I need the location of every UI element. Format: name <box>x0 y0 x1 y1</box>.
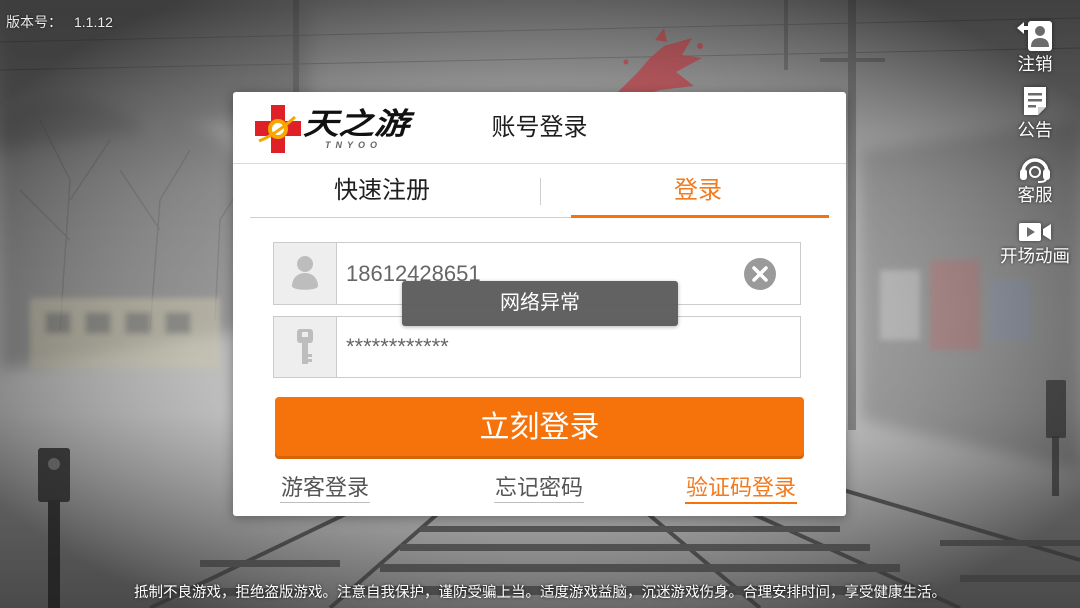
tab-login[interactable]: 登录 <box>563 164 833 218</box>
active-tab-indicator <box>571 215 829 218</box>
video-camera-icon <box>1018 221 1052 243</box>
announcement-label: 公告 <box>1017 120 1053 140</box>
logout-icon <box>1017 20 1053 52</box>
clear-username-button[interactable] <box>743 257 777 291</box>
tab-quick-register[interactable]: 快速注册 <box>233 164 531 218</box>
dialog-title: 账号登录 <box>491 114 588 141</box>
intro-video-button[interactable]: 开场动画 <box>990 221 1080 266</box>
version-info: 版本号： 1.1.12 <box>6 13 113 31</box>
forgot-password-link[interactable]: 忘记密码 <box>494 474 585 503</box>
intro-video-label: 开场动画 <box>1000 246 1070 266</box>
version-label: 版本号： <box>6 14 62 30</box>
password-input[interactable] <box>346 317 726 377</box>
tab-divider <box>540 178 541 205</box>
announcement-icon <box>1022 86 1048 116</box>
logout-label: 注销 <box>1017 54 1053 74</box>
user-icon <box>274 243 337 304</box>
guest-login-link[interactable]: 游客登录 <box>280 474 371 503</box>
logout-button[interactable]: 注销 <box>990 20 1080 74</box>
sms-code-login-link[interactable]: 验证码登录 <box>685 474 798 504</box>
customer-service-label: 客服 <box>1017 185 1053 205</box>
login-dialog: 天之游 TNYOO 账号登录 快速注册 登录 18612428651 *****… <box>233 92 846 516</box>
network-error-toast: 网络异常 <box>402 281 678 326</box>
key-icon <box>274 317 337 377</box>
headset-icon <box>1019 155 1051 183</box>
announcement-button[interactable]: 公告 <box>990 86 1080 140</box>
clear-icon <box>744 258 776 290</box>
health-gaming-notice: 抵制不良游戏，拒绝盗版游戏。注意自我保护，谨防受骗上当。适度游戏益脑，沉迷游戏伤… <box>134 585 946 601</box>
dialog-header: 天之游 TNYOO 账号登录 <box>233 92 846 164</box>
version-number: 1.1.12 <box>74 14 113 30</box>
login-button[interactable]: 立刻登录 <box>275 397 804 459</box>
customer-service-button[interactable]: 客服 <box>990 155 1080 205</box>
